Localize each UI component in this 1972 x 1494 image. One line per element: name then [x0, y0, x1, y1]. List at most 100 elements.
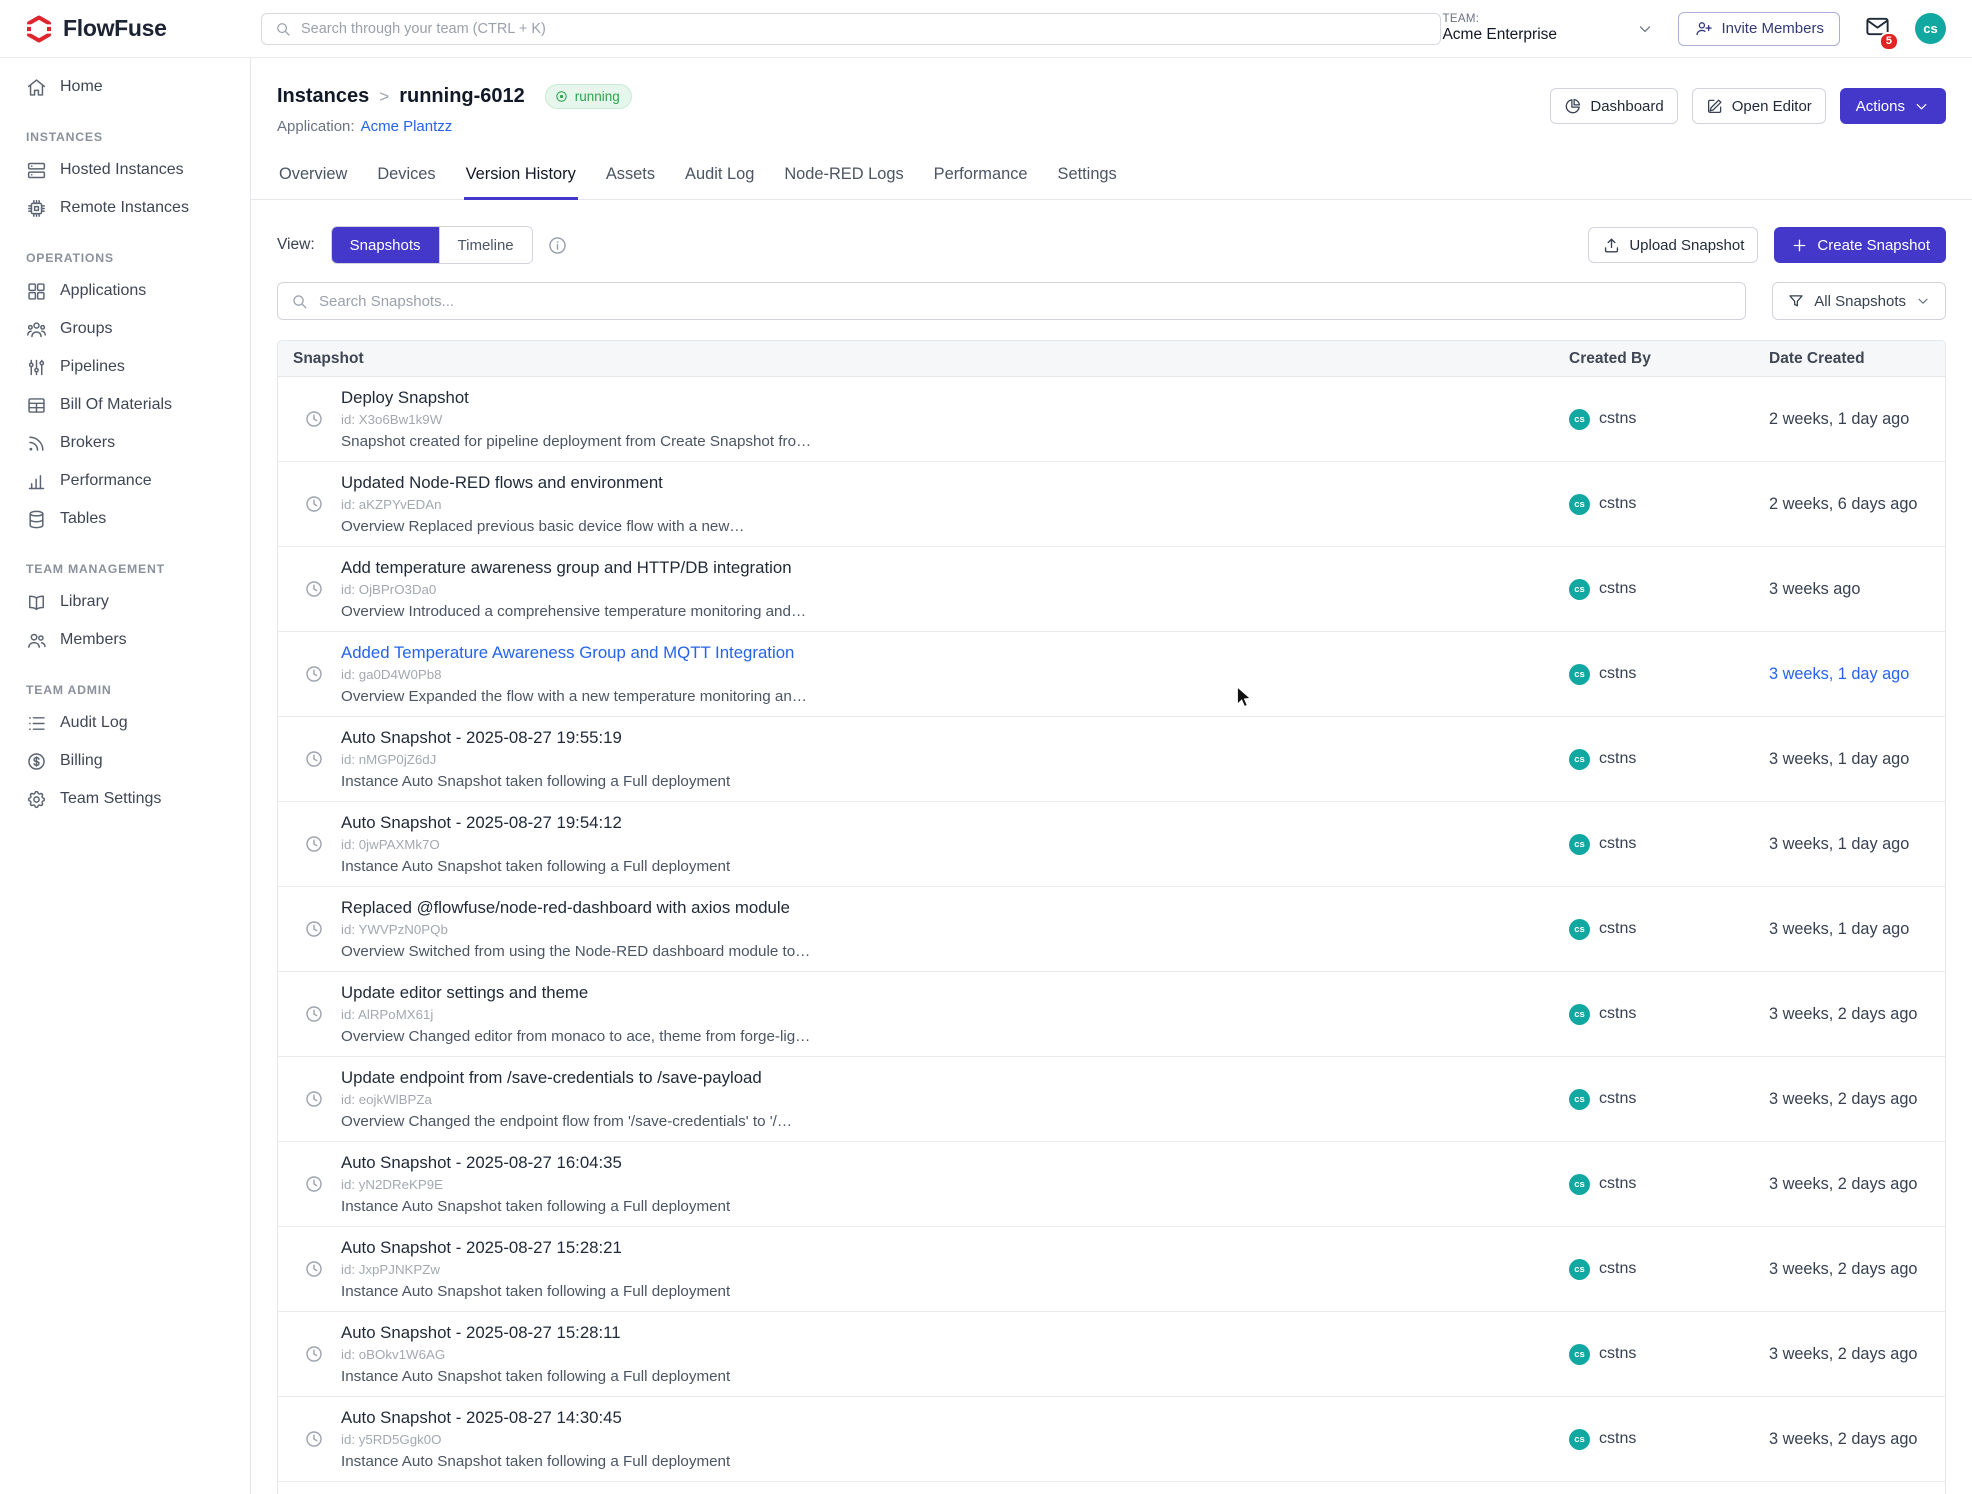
created-by-name: cstns	[1599, 1345, 1636, 1363]
sidebar-item-remote-instances[interactable]: Remote Instances	[0, 189, 250, 227]
tab-overview[interactable]: Overview	[277, 157, 349, 200]
snapshot-title[interactable]: Auto Snapshot - 2025-08-27 15:28:11	[341, 1323, 730, 1343]
snapshot-filter-button[interactable]: All Snapshots	[1772, 282, 1946, 320]
tab-assets[interactable]: Assets	[604, 157, 657, 200]
snapshot-row[interactable]: Auto Snapshot - 2025-08-27 16:04:35 id: y…	[278, 1142, 1945, 1227]
snapshot-date: 3 weeks, 2 days ago	[1759, 1345, 1945, 1364]
user-avatar: cs	[1569, 1344, 1590, 1365]
editor-icon	[1706, 97, 1724, 115]
snapshot-description: Overview Expanded the flow with a new te…	[341, 688, 807, 705]
snapshot-row[interactable]: Deploy Snapshotid: X3o6Bw1k9WSnapshot cr…	[278, 377, 1945, 462]
application-link[interactable]: Acme Plantzz	[361, 118, 453, 135]
clock-icon	[304, 664, 324, 684]
snapshot-row[interactable]: Added Temperature Awareness Group and MQ…	[278, 632, 1945, 717]
snapshot-title[interactable]: Auto Snapshot - 2025-08-27 19:55:19	[341, 728, 730, 748]
sidebar-item-billing[interactable]: Billing	[0, 742, 250, 780]
global-search-input[interactable]	[301, 21, 1428, 37]
breadcrumb-instances-link[interactable]: Instances	[277, 85, 369, 108]
sidebar-item-label: Remote Instances	[60, 199, 189, 217]
tab-devices[interactable]: Devices	[375, 157, 437, 200]
user-plus-icon	[1694, 19, 1713, 38]
snapshot-id: id: YWVPzN0PQb	[341, 922, 810, 937]
snapshot-row[interactable]: Updated Node-RED flows and environmentid…	[278, 462, 1945, 547]
flowfuse-logo[interactable]: FlowFuse	[0, 14, 251, 44]
info-icon[interactable]	[547, 235, 568, 256]
snapshot-row[interactable]: Auto Snapshot - 2025-08-27 19:55:19id: n…	[278, 717, 1945, 802]
snapshot-row[interactable]: Add HTTP endpoint for saving credentials…	[278, 1482, 1945, 1494]
created-by-name: cstns	[1599, 495, 1636, 513]
snapshot-title[interactable]: Auto Snapshot - 2025-08-27 14:30:45	[341, 1408, 730, 1428]
snapshot-row[interactable]: Replaced @flowfuse/node-red-dashboard wi…	[278, 887, 1945, 972]
snapshot-title[interactable]: Update editor settings and theme	[341, 983, 810, 1003]
created-by-name: cstns	[1599, 1090, 1636, 1108]
snapshot-title[interactable]: Added Temperature Awareness Group and MQ…	[341, 643, 807, 663]
global-search[interactable]	[261, 13, 1441, 45]
tab-node-red-logs[interactable]: Node-RED Logs	[782, 157, 905, 200]
snapshot-title[interactable]: Updated Node-RED flows and environment	[341, 473, 745, 493]
snapshot-id: id: yN2DReKP9E	[341, 1177, 730, 1192]
snapshot-row[interactable]: Update editor settings and themeid: AlRP…	[278, 972, 1945, 1057]
notifications-button[interactable]: 5	[1864, 13, 1891, 45]
chevron-down-icon	[1636, 20, 1654, 38]
snapshot-title[interactable]: Auto Snapshot - 2025-08-27 16:04:35	[341, 1153, 730, 1173]
sidebar-item-performance[interactable]: Performance	[0, 462, 250, 500]
sidebar-item-tables[interactable]: Tables	[0, 500, 250, 538]
snapshot-date: 3 weeks, 1 day ago	[1759, 750, 1945, 769]
view-toggle-snapshots[interactable]: Snapshots	[332, 227, 439, 263]
tab-audit-log[interactable]: Audit Log	[683, 157, 756, 200]
tab-settings[interactable]: Settings	[1056, 157, 1119, 200]
user-avatar: cs	[1569, 919, 1590, 940]
brokers-icon	[26, 433, 47, 454]
sidebar-item-library[interactable]: Library	[0, 583, 250, 621]
open-editor-button[interactable]: Open Editor	[1692, 88, 1826, 124]
snapshot-search[interactable]	[277, 282, 1746, 320]
dashboard-button[interactable]: Dashboard	[1550, 88, 1677, 124]
snapshot-cell: Replaced @flowfuse/node-red-dashboard wi…	[278, 898, 1559, 959]
tab-version-history[interactable]: Version History	[464, 157, 578, 200]
snapshot-row[interactable]: Add temperature awareness group and HTTP…	[278, 547, 1945, 632]
sidebar-item-groups[interactable]: Groups	[0, 310, 250, 348]
snapshot-title[interactable]: Deploy Snapshot	[341, 388, 811, 408]
sidebar-item-label: Brokers	[60, 434, 115, 452]
user-avatar: cs	[1569, 1004, 1590, 1025]
snapshot-row[interactable]: Auto Snapshot - 2025-08-27 15:28:21id: J…	[278, 1227, 1945, 1312]
snapshot-title[interactable]: Replaced @flowfuse/node-red-dashboard wi…	[341, 898, 810, 918]
sidebar-item-brokers[interactable]: Brokers	[0, 424, 250, 462]
snapshot-row[interactable]: Update endpoint from /save-credentials t…	[278, 1057, 1945, 1142]
user-avatar-button[interactable]: cs	[1915, 13, 1946, 44]
snapshot-search-input[interactable]	[319, 293, 1733, 310]
page-header: Instances > running-6012 running Applica…	[251, 58, 1972, 135]
actions-button[interactable]: Actions	[1840, 88, 1946, 124]
view-toggle-timeline[interactable]: Timeline	[439, 227, 532, 263]
snapshot-row[interactable]: Auto Snapshot - 2025-08-27 15:28:11id: o…	[278, 1312, 1945, 1397]
created-by-name: cstns	[1599, 665, 1636, 683]
snapshot-date: 3 weeks, 2 days ago	[1759, 1260, 1945, 1279]
sidebar-item-home[interactable]: Home	[0, 68, 250, 106]
snapshot-title[interactable]: Update endpoint from /save-credentials t…	[341, 1068, 792, 1088]
upload-snapshot-button[interactable]: Upload Snapshot	[1588, 227, 1758, 263]
snapshot-description: Overview Replaced previous basic device …	[341, 518, 745, 535]
pipelines-icon	[26, 357, 47, 378]
tab-performance[interactable]: Performance	[932, 157, 1030, 200]
sidebar-item-team-settings[interactable]: Team Settings	[0, 780, 250, 818]
snapshot-title[interactable]: Auto Snapshot - 2025-08-27 19:54:12	[341, 813, 730, 833]
sidebar-item-audit-log[interactable]: Audit Log	[0, 704, 250, 742]
invite-members-button[interactable]: Invite Members	[1678, 12, 1840, 46]
sidebar-item-hosted-instances[interactable]: Hosted Instances	[0, 151, 250, 189]
snapshot-row[interactable]: Auto Snapshot - 2025-08-27 19:54:12id: 0…	[278, 802, 1945, 887]
sidebar-item-applications[interactable]: Applications	[0, 272, 250, 310]
sidebar-item-pipelines[interactable]: Pipelines	[0, 348, 250, 386]
sidebar-item-members[interactable]: Members	[0, 621, 250, 659]
team-selector[interactable]: TEAM: Acme Enterprise	[1442, 13, 1654, 44]
snapshot-actions: Upload Snapshot Create Snapshot	[1588, 227, 1946, 263]
running-status-icon	[554, 89, 569, 104]
create-snapshot-button[interactable]: Create Snapshot	[1774, 227, 1946, 263]
snapshot-row[interactable]: Auto Snapshot - 2025-08-27 14:30:45id: y…	[278, 1397, 1945, 1482]
snapshot-title[interactable]: Add temperature awareness group and HTTP…	[341, 558, 806, 578]
snapshot-description: Overview Introduced a comprehensive temp…	[341, 603, 806, 620]
audit-icon	[26, 713, 47, 734]
snapshot-id: id: eojkWlBPZa	[341, 1092, 792, 1107]
sidebar-item-bill-of-materials[interactable]: Bill Of Materials	[0, 386, 250, 424]
snapshot-date: 2 weeks, 6 days ago	[1759, 495, 1945, 514]
snapshot-title[interactable]: Auto Snapshot - 2025-08-27 15:28:21	[341, 1238, 730, 1258]
